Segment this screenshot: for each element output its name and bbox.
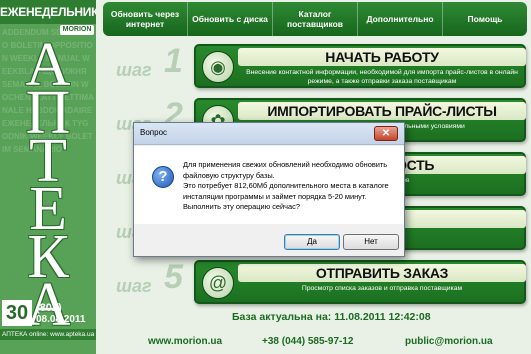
dialog-message-line: инсталяции программы и займет порядка 5-… [183,191,367,201]
issue-sequence: (801) [36,302,62,314]
dialog-message: Для применения свежих обновлений необход… [183,160,397,213]
issue-date: 08.08.2011 [36,314,86,325]
nav-help[interactable]: Помощь [443,2,527,36]
question-icon: ? [152,166,174,188]
dialog-message-line: файловую структуру базы. [183,170,275,180]
close-icon[interactable]: ✕ [374,126,398,141]
question-dialog: Вопрос ✕ ? Для применения свежих обновле… [133,122,405,257]
step-title: ИМПОРТИРОВАТЬ ПРАЙС-ЛИСТЫ [238,102,526,120]
at-icon: @ [202,267,234,299]
step-title: НАЧАТЬ РАБОТУ [238,48,526,66]
no-button[interactable]: Нет [343,234,399,250]
dialog-message-line: Это потребует 812,60Мб дополнительного м… [183,181,389,190]
weekly-label: ЕЖЕНЕДЕЛЬНИК [0,0,96,24]
step-number: 1 [164,42,183,80]
contact-bar: www.morion.ua +38 (044) 585-97-12 public… [96,330,531,354]
banner-site-link[interactable]: АПТЕКА online: www.apteka.ua [0,329,96,340]
step-label: шаг 1 [116,42,206,92]
email-link[interactable]: public@morion.ua [405,336,493,347]
disc-icon: ◉ [202,51,234,83]
dialog-message-line: Выполнить эту операцию сейчас? [183,202,300,211]
top-navigation: Обновить через интернет Обновить с диска… [103,2,527,36]
nav-supplier-catalog[interactable]: Каталог поставщиков [273,2,358,36]
dialog-body: ? Для применения свежих обновлений необх… [134,146,404,224]
issue-info: 30 (801) 08.08.2011 [0,300,96,326]
step-send-order-button[interactable]: @ ОТПРАВИТЬ ЗАКАЗ Просмотр списка заказо… [194,260,526,304]
database-status: База актуальна на: 11.08.2011 12:42:08 [232,311,431,323]
dialog-message-line: Для применения свежих обновлений необход… [183,160,388,169]
issue-number: 30 [2,300,32,326]
step-title: ОТПРАВИТЬ ЗАКАЗ [238,264,526,282]
step-description: Внесение контактной информации, необходи… [246,69,518,85]
step-number: 5 [164,258,183,296]
step-label: шаг 5 [116,258,206,308]
step-start-work-button[interactable]: ◉ НАЧАТЬ РАБОТУ Внесение контактной инфо… [194,44,526,88]
dialog-titlebar[interactable]: Вопрос ✕ [134,123,404,145]
website-link[interactable]: www.morion.ua [148,336,222,347]
apteka-banner: ADDENDUM SEMANARIO BOLETIM OPPOSITION WE… [0,0,96,354]
step-word: шаг [116,276,152,296]
dialog-title: Вопрос [140,128,168,137]
phone-number: +38 (044) 585-97-12 [262,336,354,347]
step-word: шаг [116,60,152,80]
yes-button[interactable]: Да [284,234,340,250]
step-description: Просмотр списка заказов и отправка поста… [301,285,463,292]
nav-additional[interactable]: Дополнительно [358,2,443,36]
nav-update-internet[interactable]: Обновить через интернет [103,2,188,36]
nav-update-disk[interactable]: Обновить с диска [188,2,273,36]
